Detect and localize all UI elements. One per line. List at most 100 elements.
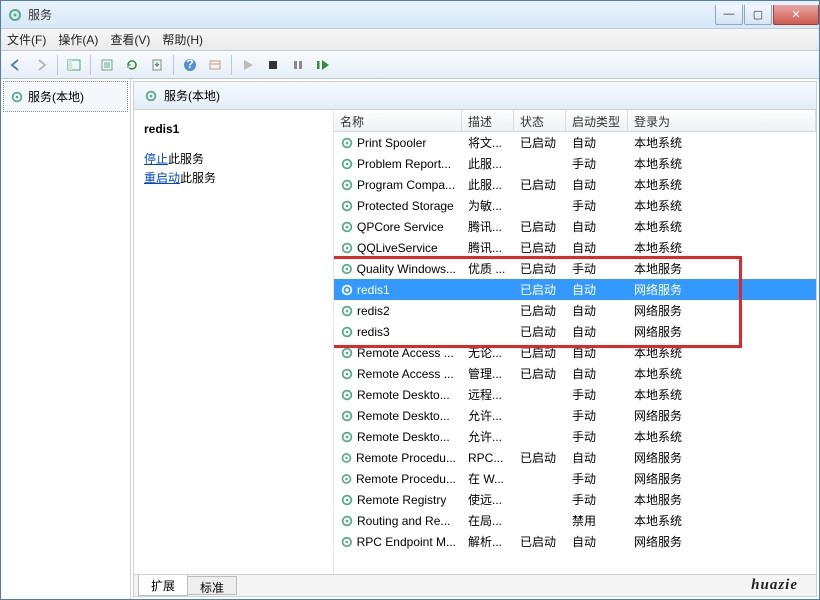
- start-service-button[interactable]: [237, 54, 259, 76]
- gear-icon: [340, 136, 354, 150]
- gear-icon: [340, 325, 354, 339]
- gear-icon: [340, 451, 353, 465]
- pause-service-button[interactable]: [287, 54, 309, 76]
- tab-standard[interactable]: 标准: [187, 576, 237, 595]
- watermark: huazie: [751, 577, 798, 594]
- menu-file[interactable]: 文件(F): [7, 31, 46, 48]
- cell-logon: 网络服务: [628, 323, 816, 340]
- gear-icon: [10, 90, 24, 104]
- cell-status: 已启动: [514, 281, 566, 298]
- table-row[interactable]: QQLiveService腾讯...已启动自动本地系统: [334, 237, 816, 258]
- back-button[interactable]: [5, 54, 27, 76]
- table-row[interactable]: RPC Endpoint M...解析...已启动自动网络服务: [334, 531, 816, 552]
- cell-desc: 允许...: [462, 407, 514, 424]
- close-button[interactable]: ✕: [773, 5, 819, 25]
- gear-icon: [340, 157, 354, 171]
- cell-logon: 本地系统: [628, 176, 816, 193]
- maximize-button[interactable]: ▢: [744, 5, 772, 25]
- stop-suffix: 此服务: [168, 152, 204, 166]
- gear-icon: [340, 283, 354, 297]
- table-row[interactable]: redis2已启动自动网络服务: [334, 300, 816, 321]
- stop-service-link[interactable]: 停止: [144, 152, 168, 166]
- restart-service-button[interactable]: [312, 54, 334, 76]
- table-row[interactable]: Program Compa...此服...已启动自动本地系统: [334, 174, 816, 195]
- properties-button[interactable]: [96, 54, 118, 76]
- cell-startup: 自动: [566, 323, 628, 340]
- cell-logon: 本地系统: [628, 218, 816, 235]
- gear-icon: [340, 514, 354, 528]
- refresh-button[interactable]: [121, 54, 143, 76]
- table-row[interactable]: Quality Windows...优质 ...已启动手动本地服务: [334, 258, 816, 279]
- cell-startup: 自动: [566, 281, 628, 298]
- cell-name: Remote Procedu...: [356, 451, 456, 465]
- table-row[interactable]: Remote Deskto...允许...手动本地系统: [334, 426, 816, 447]
- cell-startup: 自动: [566, 365, 628, 382]
- cell-startup: 手动: [566, 428, 628, 445]
- help-button[interactable]: ?: [179, 54, 201, 76]
- cell-logon: 网络服务: [628, 281, 816, 298]
- table-row[interactable]: Problem Report...此服...手动本地系统: [334, 153, 816, 174]
- col-desc[interactable]: 描述: [462, 110, 514, 131]
- titlebar[interactable]: 服务 — ▢ ✕: [1, 1, 819, 29]
- cell-logon: 网络服务: [628, 449, 816, 466]
- tab-extended[interactable]: 扩展: [138, 575, 188, 596]
- menu-view[interactable]: 查看(V): [110, 31, 150, 48]
- table-row[interactable]: redis3已启动自动网络服务: [334, 321, 816, 342]
- table-row[interactable]: Remote Access ...管理...已启动自动本地系统: [334, 363, 816, 384]
- console-tree: 服务(本地): [1, 79, 131, 599]
- cell-desc: RPC...: [462, 451, 514, 465]
- cell-desc: 此服...: [462, 155, 514, 172]
- gear-icon: [340, 367, 354, 381]
- cell-logon: 本地系统: [628, 197, 816, 214]
- menubar: 文件(F) 操作(A) 查看(V) 帮助(H): [1, 29, 819, 51]
- table-row[interactable]: Remote Procedu...RPC...已启动自动网络服务: [334, 447, 816, 468]
- minimize-button[interactable]: —: [715, 5, 743, 25]
- table-row[interactable]: QPCore Service腾讯...已启动自动本地系统: [334, 216, 816, 237]
- show-hide-tree-button[interactable]: [63, 54, 85, 76]
- stop-service-button[interactable]: [262, 54, 284, 76]
- list-body[interactable]: Print Spooler将文...已启动自动本地系统Problem Repor…: [334, 132, 816, 574]
- toolbar-icon-2[interactable]: [204, 54, 226, 76]
- tree-node-label: 服务(本地): [28, 88, 84, 105]
- cell-desc: 将文...: [462, 134, 514, 151]
- cell-status: 已启动: [514, 323, 566, 340]
- menu-action[interactable]: 操作(A): [58, 31, 98, 48]
- view-tabs: 扩展 标准: [134, 574, 816, 596]
- table-row[interactable]: Remote Deskto...远程...手动本地系统: [334, 384, 816, 405]
- cell-name: redis1: [357, 283, 390, 297]
- export-button[interactable]: [146, 54, 168, 76]
- gear-icon: [340, 199, 354, 213]
- cell-logon: 网络服务: [628, 533, 816, 550]
- cell-startup: 自动: [566, 176, 628, 193]
- cell-startup: 自动: [566, 449, 628, 466]
- restart-service-link[interactable]: 重启动: [144, 171, 180, 185]
- col-status[interactable]: 状态: [514, 110, 566, 131]
- results-header: 服务(本地): [134, 82, 816, 110]
- gear-icon: [340, 262, 354, 276]
- tree-node-services-local[interactable]: 服务(本地): [3, 81, 128, 112]
- cell-status: 已启动: [514, 365, 566, 382]
- gear-icon: [144, 89, 158, 103]
- cell-status: 已启动: [514, 344, 566, 361]
- cell-desc: 解析...: [462, 533, 514, 550]
- table-row[interactable]: Print Spooler将文...已启动自动本地系统: [334, 132, 816, 153]
- cell-startup: 自动: [566, 218, 628, 235]
- table-row[interactable]: Remote Access ...无论...已启动自动本地系统: [334, 342, 816, 363]
- table-row[interactable]: Remote Deskto...允许...手动网络服务: [334, 405, 816, 426]
- gear-icon: [340, 388, 354, 402]
- table-row[interactable]: redis1 已启动自动网络服务: [334, 279, 816, 300]
- col-startup[interactable]: 启动类型: [566, 110, 628, 131]
- table-row[interactable]: Remote Procedu...在 W...手动网络服务: [334, 468, 816, 489]
- table-row[interactable]: Protected Storage为敏...手动本地系统: [334, 195, 816, 216]
- cell-startup: 手动: [566, 260, 628, 277]
- col-name[interactable]: 名称: [334, 110, 462, 131]
- window-title: 服务: [28, 6, 714, 23]
- cell-status: 已启动: [514, 176, 566, 193]
- cell-startup: 手动: [566, 197, 628, 214]
- col-logon[interactable]: 登录为: [628, 110, 816, 131]
- table-row[interactable]: Remote Registry使远...手动本地服务: [334, 489, 816, 510]
- forward-button[interactable]: [30, 54, 52, 76]
- menu-help[interactable]: 帮助(H): [162, 31, 203, 48]
- table-row[interactable]: Routing and Re...在局...禁用本地系统: [334, 510, 816, 531]
- cell-name: Remote Access ...: [357, 346, 454, 360]
